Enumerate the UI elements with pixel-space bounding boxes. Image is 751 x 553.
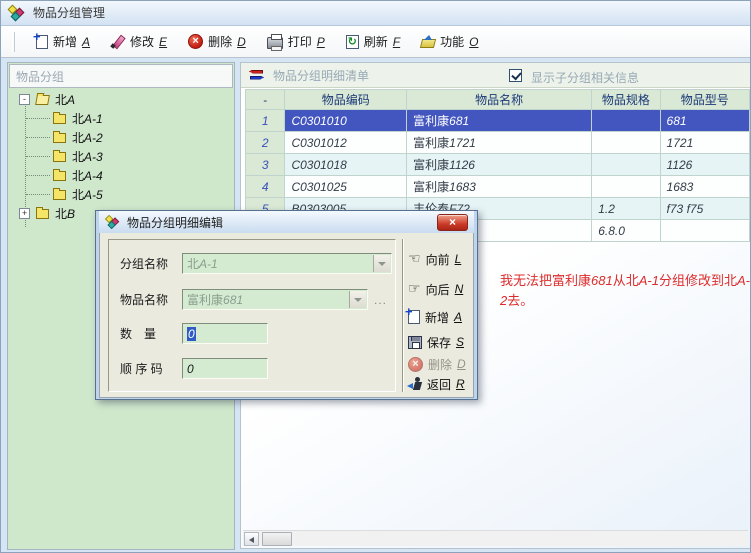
tree-node-beiA-3[interactable]: 北A-3 <box>8 147 234 166</box>
scroll-left-button[interactable] <box>244 532 259 546</box>
scrollbar-thumb[interactable] <box>262 532 292 546</box>
detail-list-icon <box>249 70 264 81</box>
tree-node-beiA-2[interactable]: 北A-2 <box>8 128 234 147</box>
hand-left-icon: ☜ <box>408 252 421 266</box>
return-button[interactable]: 返回R <box>408 374 480 394</box>
edit-button[interactable]: 修改E <box>107 30 171 53</box>
folder-icon <box>53 190 66 200</box>
chevron-down-icon[interactable] <box>349 291 366 308</box>
delete-icon: × <box>188 34 203 49</box>
delete-icon: × <box>408 357 423 372</box>
collapse-toggle-icon[interactable]: - <box>19 94 30 105</box>
dialog-delete-button[interactable]: × 删除D <box>408 354 480 374</box>
printer-icon <box>267 37 283 49</box>
refresh-button[interactable]: ↻ 刷新F <box>342 30 404 53</box>
app-icon <box>105 215 119 229</box>
exit-person-icon <box>408 377 422 391</box>
group-name-label: 分组名称 <box>120 255 180 272</box>
sequence-input[interactable]: 0 <box>182 358 268 379</box>
toolbar: 新增A 修改E × 删除D 打印P ↻ 刷新F 功能O <box>0 26 751 58</box>
sequence-label: 顺 序 码 <box>120 360 180 377</box>
item-name-label: 物品名称 <box>120 291 180 308</box>
new-icon <box>408 310 420 324</box>
annotation-text: 我无法把富利康681从北A-1分组修改到北A-2去。 <box>500 271 751 311</box>
item-name-combo[interactable]: 富利康681 <box>182 289 368 310</box>
show-subgroup-checkbox[interactable] <box>509 69 522 82</box>
titlebar: 物品分组管理 <box>0 0 751 26</box>
tree-node-beiA-5[interactable]: 北A-5 <box>8 185 234 204</box>
dialog-separator <box>402 239 404 392</box>
quantity-label: 数 量 <box>120 325 180 342</box>
browse-button[interactable]: ... <box>374 293 387 307</box>
dialog-body: 分组名称 北A-1 物品名称 富利康681 ... 数 量 0 顺 序 码 0 <box>99 233 474 398</box>
group-name-combo[interactable]: 北A-1 <box>182 253 392 274</box>
toolbar-grip[interactable] <box>12 32 15 52</box>
add-button[interactable]: 新增A <box>32 30 94 53</box>
folder-icon <box>53 152 66 162</box>
folder-icon <box>36 209 49 219</box>
delete-button[interactable]: × 删除D <box>184 30 250 53</box>
print-button[interactable]: 打印P <box>263 30 329 53</box>
folder-icon <box>53 171 66 181</box>
hand-right-icon: ☞ <box>408 282 421 296</box>
save-icon <box>408 336 422 349</box>
expand-toggle-icon[interactable]: + <box>19 208 30 219</box>
folder-icon <box>53 133 66 143</box>
save-button[interactable]: 保存S <box>408 332 480 352</box>
detail-panel-header: 物品分组明细清单 显示子分组相关信息 <box>241 63 750 88</box>
selected-text: 0 <box>187 327 196 341</box>
tree-node-beiA[interactable]: - 北A <box>8 90 234 109</box>
app-icon <box>8 5 25 21</box>
open-folder-icon <box>35 95 50 105</box>
table-header-row: - 物品编码 物品名称 物品规格 物品型号 <box>246 90 750 110</box>
chevron-down-icon[interactable] <box>373 255 390 272</box>
show-subgroup-label: 显示子分组相关信息 <box>531 69 639 86</box>
close-button[interactable]: × <box>437 214 468 231</box>
detail-panel-title: 物品分组明细清单 <box>273 67 369 84</box>
tree-panel-header: 物品分组 <box>9 64 233 88</box>
function-icon <box>420 39 436 48</box>
dialog-add-button[interactable]: 新增A <box>408 307 480 327</box>
edit-icon <box>111 35 125 49</box>
dialog-title: 物品分组明细编辑 <box>127 214 223 231</box>
tree-node-beiA-4[interactable]: 北A-4 <box>8 166 234 185</box>
table-row[interactable]: 2 C0301012 富利康1721 1721 <box>246 132 750 154</box>
table-row[interactable]: 3 C0301018 富利康1126 1126 <box>246 154 750 176</box>
next-button[interactable]: ☞ 向后N <box>408 279 480 299</box>
function-button[interactable]: 功能O <box>417 30 482 53</box>
horizontal-scrollbar[interactable] <box>243 530 748 546</box>
refresh-icon: ↻ <box>346 35 359 49</box>
dialog-titlebar: 物品分组明细编辑 <box>99 211 474 233</box>
tree-node-beiA-1[interactable]: 北A-1 <box>8 109 234 128</box>
window-title: 物品分组管理 <box>33 4 105 21</box>
table-row[interactable]: 4 C0301025 富利康1683 1683 <box>246 176 750 198</box>
edit-dialog: 物品分组明细编辑 × 分组名称 北A-1 物品名称 富利康681 ... 数 量… <box>95 210 478 400</box>
quantity-input[interactable]: 0 <box>182 323 268 344</box>
folder-icon <box>53 114 66 124</box>
previous-button[interactable]: ☜ 向前L <box>408 249 480 269</box>
new-icon <box>36 35 48 49</box>
table-row[interactable]: 1 C0301010 富利康681 681 <box>246 110 750 132</box>
